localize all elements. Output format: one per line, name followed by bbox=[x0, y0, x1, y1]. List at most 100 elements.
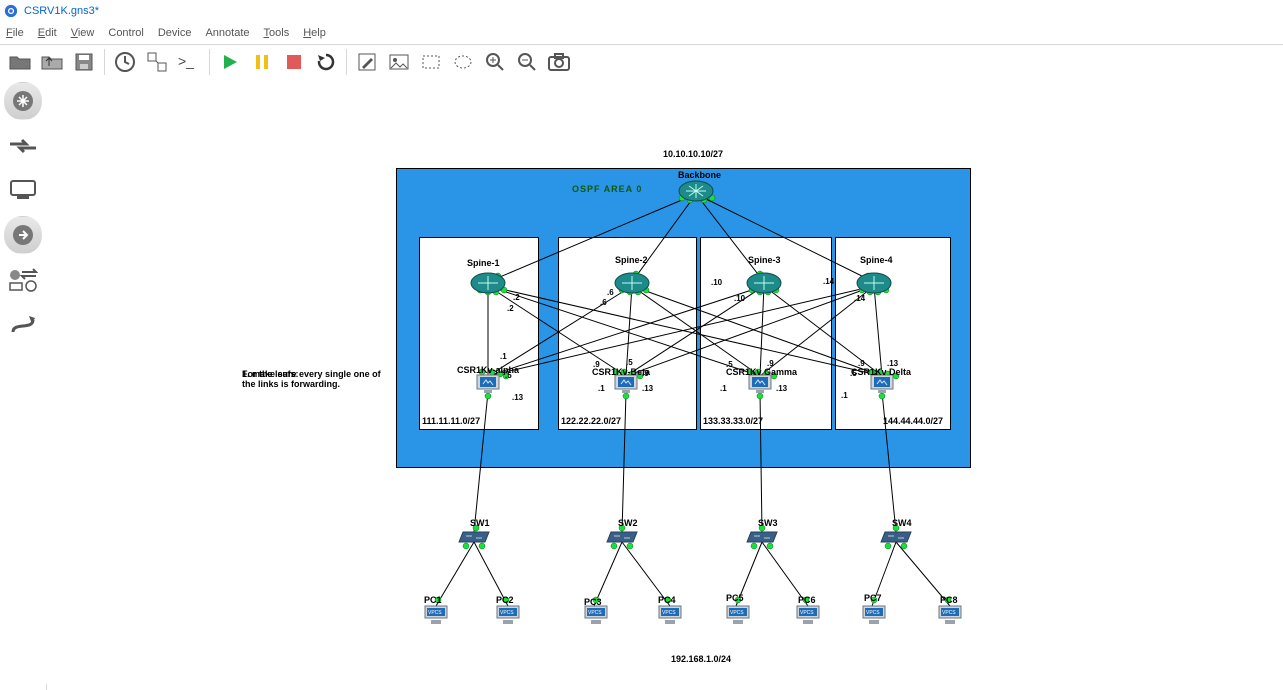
menu-help[interactable]: Help bbox=[303, 27, 326, 39]
console-button[interactable]: >_ bbox=[174, 47, 204, 77]
if-l1a: .1 bbox=[500, 352, 507, 361]
stop-all-button[interactable] bbox=[279, 47, 309, 77]
pc5-icon[interactable]: VPCS bbox=[725, 604, 751, 626]
if-l3c: .9 bbox=[767, 359, 774, 368]
leaf1-vm-icon[interactable] bbox=[476, 374, 500, 394]
pc4-label: PC4 bbox=[658, 595, 676, 605]
pc8-label: PC8 bbox=[940, 595, 958, 605]
leaf3-vm-icon[interactable] bbox=[748, 374, 772, 394]
zoom-in-button[interactable] bbox=[480, 47, 510, 77]
if-s2a: .6 bbox=[600, 298, 607, 307]
sw1-switch-icon[interactable] bbox=[457, 530, 491, 544]
insert-image-button[interactable] bbox=[384, 47, 414, 77]
if-l1d: .5 bbox=[505, 371, 512, 380]
dock-switches-button[interactable] bbox=[5, 128, 41, 164]
main-toolbar: >_ bbox=[0, 44, 1283, 80]
dock-routers-button[interactable] bbox=[4, 82, 42, 120]
svg-text:VPCS: VPCS bbox=[428, 610, 442, 616]
pc3-icon[interactable]: VPCS bbox=[583, 604, 609, 626]
leaf3-label: CSR1Kv Gamma bbox=[726, 367, 797, 377]
pc1-label: PC1 bbox=[424, 595, 442, 605]
start-all-button[interactable] bbox=[215, 47, 245, 77]
topology-canvas[interactable]: OSPF AREA 0 10.10.10.10/27 Backbone bbox=[46, 76, 1283, 684]
sw3-label: SW3 bbox=[758, 518, 778, 528]
spine4-label: Spine-4 bbox=[860, 255, 893, 265]
device-dock bbox=[0, 76, 47, 690]
if-s3b: .10 bbox=[734, 294, 745, 303]
if-l3b: .5 bbox=[726, 360, 733, 369]
open-project-button[interactable] bbox=[5, 47, 35, 77]
pc4-icon[interactable]: VPCS bbox=[657, 604, 683, 626]
leaf2-vm-icon[interactable] bbox=[614, 374, 638, 394]
pc3-label: PC3 bbox=[584, 597, 602, 607]
sw2-label: SW2 bbox=[618, 518, 638, 528]
spine2-router-icon[interactable] bbox=[614, 272, 650, 294]
sw3-switch-icon[interactable] bbox=[745, 530, 779, 544]
svg-text:VPCS: VPCS bbox=[662, 610, 676, 616]
if-s1a: .2 bbox=[513, 293, 520, 302]
pause-all-button[interactable] bbox=[247, 47, 277, 77]
save-button[interactable] bbox=[69, 47, 99, 77]
link-layer bbox=[46, 76, 1283, 684]
window-title: CSRV1K.gns3* bbox=[24, 5, 99, 17]
if-l1b: .13 bbox=[512, 393, 523, 402]
show-interfaces-button[interactable] bbox=[142, 47, 172, 77]
if-s3a: .10 bbox=[711, 278, 722, 287]
pc2-icon[interactable]: VPCS bbox=[495, 604, 521, 626]
zoom-out-button[interactable] bbox=[512, 47, 542, 77]
if-l4a: .1 bbox=[841, 391, 848, 400]
menu-view[interactable]: View bbox=[71, 27, 95, 39]
dock-add-link-button[interactable] bbox=[5, 306, 41, 342]
pod4-subnet: 144.44.44.0/27 bbox=[883, 416, 943, 426]
dock-end-devices-button[interactable] bbox=[5, 172, 41, 208]
menu-annotate[interactable]: Annotate bbox=[205, 27, 249, 39]
menu-device[interactable]: Device bbox=[158, 27, 192, 39]
backbone-router-icon[interactable] bbox=[678, 180, 714, 202]
annotate-note-button[interactable] bbox=[352, 47, 382, 77]
pc8-icon[interactable]: VPCS bbox=[937, 604, 963, 626]
dock-all-devices-button[interactable] bbox=[5, 262, 41, 298]
spine1-router-icon[interactable] bbox=[470, 272, 506, 294]
pc7-icon[interactable]: VPCS bbox=[861, 604, 887, 626]
pc7-label: PC7 bbox=[864, 593, 882, 603]
spine4-router-icon[interactable] bbox=[856, 272, 892, 294]
reload-all-button[interactable] bbox=[311, 47, 341, 77]
draw-rect-button[interactable] bbox=[416, 47, 446, 77]
sw4-label: SW4 bbox=[892, 518, 912, 528]
pc5-label: PC5 bbox=[726, 593, 744, 603]
if-s4a: .14 bbox=[823, 277, 834, 286]
menu-tools[interactable]: Tools bbox=[264, 27, 290, 39]
if-l2c: .9 bbox=[642, 369, 649, 378]
screenshot-button[interactable] bbox=[544, 47, 574, 77]
svg-text:VPCS: VPCS bbox=[942, 610, 956, 616]
svg-text:VPCS: VPCS bbox=[588, 610, 602, 616]
menu-control[interactable]: Control bbox=[108, 27, 143, 39]
titlebar: CSRV1K.gns3* bbox=[0, 0, 1283, 23]
svg-text:>_: >_ bbox=[178, 54, 194, 69]
leaf4-label: CSR1Kv Delta bbox=[851, 367, 911, 377]
menu-edit[interactable]: Edit bbox=[38, 27, 57, 39]
dock-security-button[interactable] bbox=[4, 216, 42, 254]
pc6-icon[interactable]: VPCS bbox=[795, 604, 821, 626]
app-logo-icon bbox=[4, 4, 18, 18]
pc6-label: PC6 bbox=[798, 595, 816, 605]
new-project-button[interactable] bbox=[37, 47, 67, 77]
spine1-label: Spine-1 bbox=[467, 258, 500, 268]
draw-ellipse-button[interactable] bbox=[448, 47, 478, 77]
pc1-icon[interactable]: VPCS bbox=[423, 604, 449, 626]
if-l4d: .13 bbox=[887, 359, 898, 368]
leaf4-vm-icon[interactable] bbox=[870, 374, 894, 394]
sw2-switch-icon[interactable] bbox=[605, 530, 639, 544]
if-l4c: .9 bbox=[858, 359, 865, 368]
bottom-subnet: 192.168.1.0/24 bbox=[671, 654, 731, 664]
svg-text:VPCS: VPCS bbox=[500, 610, 514, 616]
if-l4b: .5 bbox=[850, 369, 857, 378]
menu-file[interactable]: File bbox=[6, 27, 24, 39]
pod1-subnet: 111.11.11.0/27 bbox=[422, 416, 480, 426]
note-line2: 1. make sure every single one of the lin… bbox=[242, 369, 382, 389]
snapshot-button[interactable] bbox=[110, 47, 140, 77]
pod3-subnet: 133.33.33.0/27 bbox=[703, 416, 763, 426]
if-l3a: .1 bbox=[720, 384, 727, 393]
spine3-router-icon[interactable] bbox=[746, 272, 782, 294]
sw4-switch-icon[interactable] bbox=[879, 530, 913, 544]
